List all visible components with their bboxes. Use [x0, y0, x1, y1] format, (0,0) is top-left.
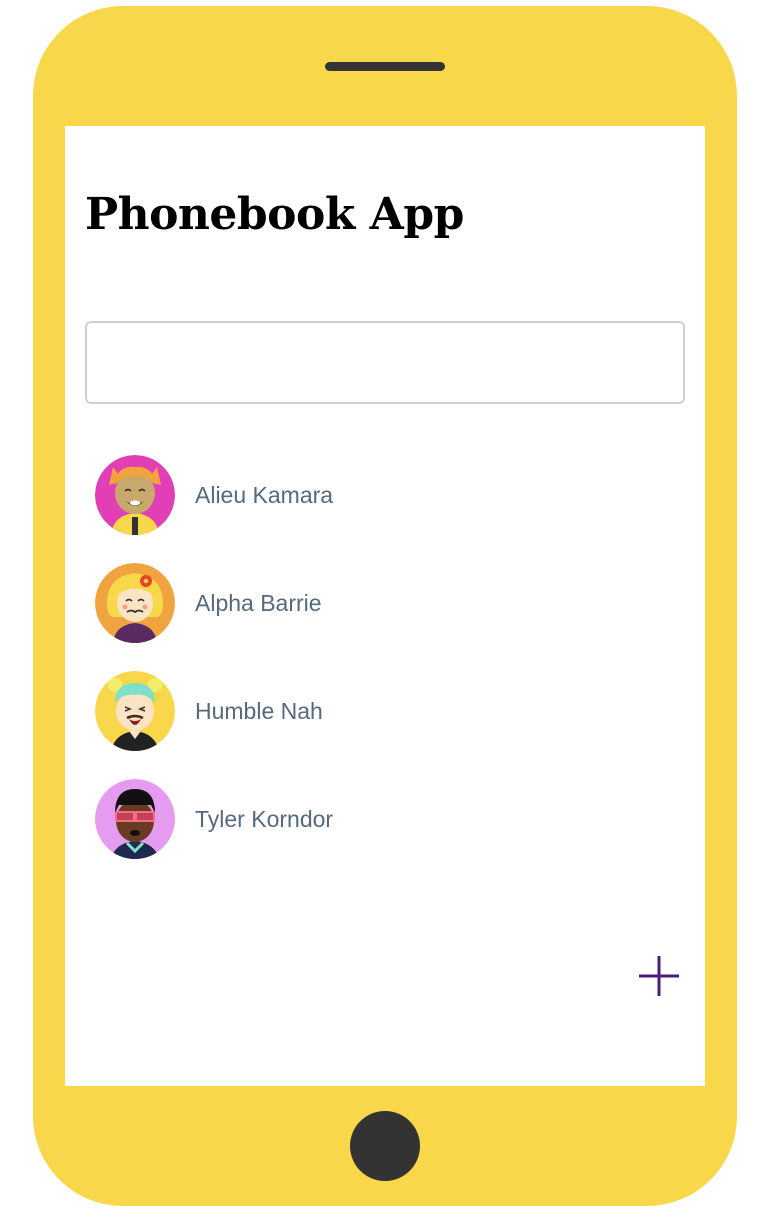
avatar-flower-hair-icon — [95, 563, 175, 643]
contact-item[interactable]: Alpha Barrie — [95, 563, 675, 643]
phone-speaker — [325, 62, 445, 71]
contact-name: Humble Nah — [195, 697, 323, 724]
contact-item[interactable]: Alieu Kamara — [95, 455, 675, 535]
avatar-cat-ears-icon — [95, 455, 175, 535]
contact-list: Alieu Kamara Alpha Barrie Humble Nah Tyl… — [95, 455, 675, 887]
contact-item[interactable]: Humble Nah — [95, 671, 675, 751]
contact-name: Tyler Korndor — [195, 805, 334, 832]
avatar-sunglasses-icon — [95, 779, 175, 859]
search-input[interactable] — [85, 321, 685, 404]
home-button[interactable] — [350, 1111, 420, 1181]
add-contact-button[interactable] — [637, 954, 681, 998]
contact-name: Alieu Kamara — [195, 481, 334, 508]
contact-name: Alpha Barrie — [195, 589, 322, 616]
phone-frame: Phonebook App Alieu Kamara Alpha Barrie … — [33, 6, 737, 1206]
app-screen: Phonebook App Alieu Kamara Alpha Barrie … — [65, 126, 705, 1086]
avatar-bun-hair-icon — [95, 671, 175, 751]
contact-item[interactable]: Tyler Korndor — [95, 779, 675, 859]
page-title: Phonebook App — [85, 189, 464, 240]
plus-icon — [639, 956, 679, 996]
